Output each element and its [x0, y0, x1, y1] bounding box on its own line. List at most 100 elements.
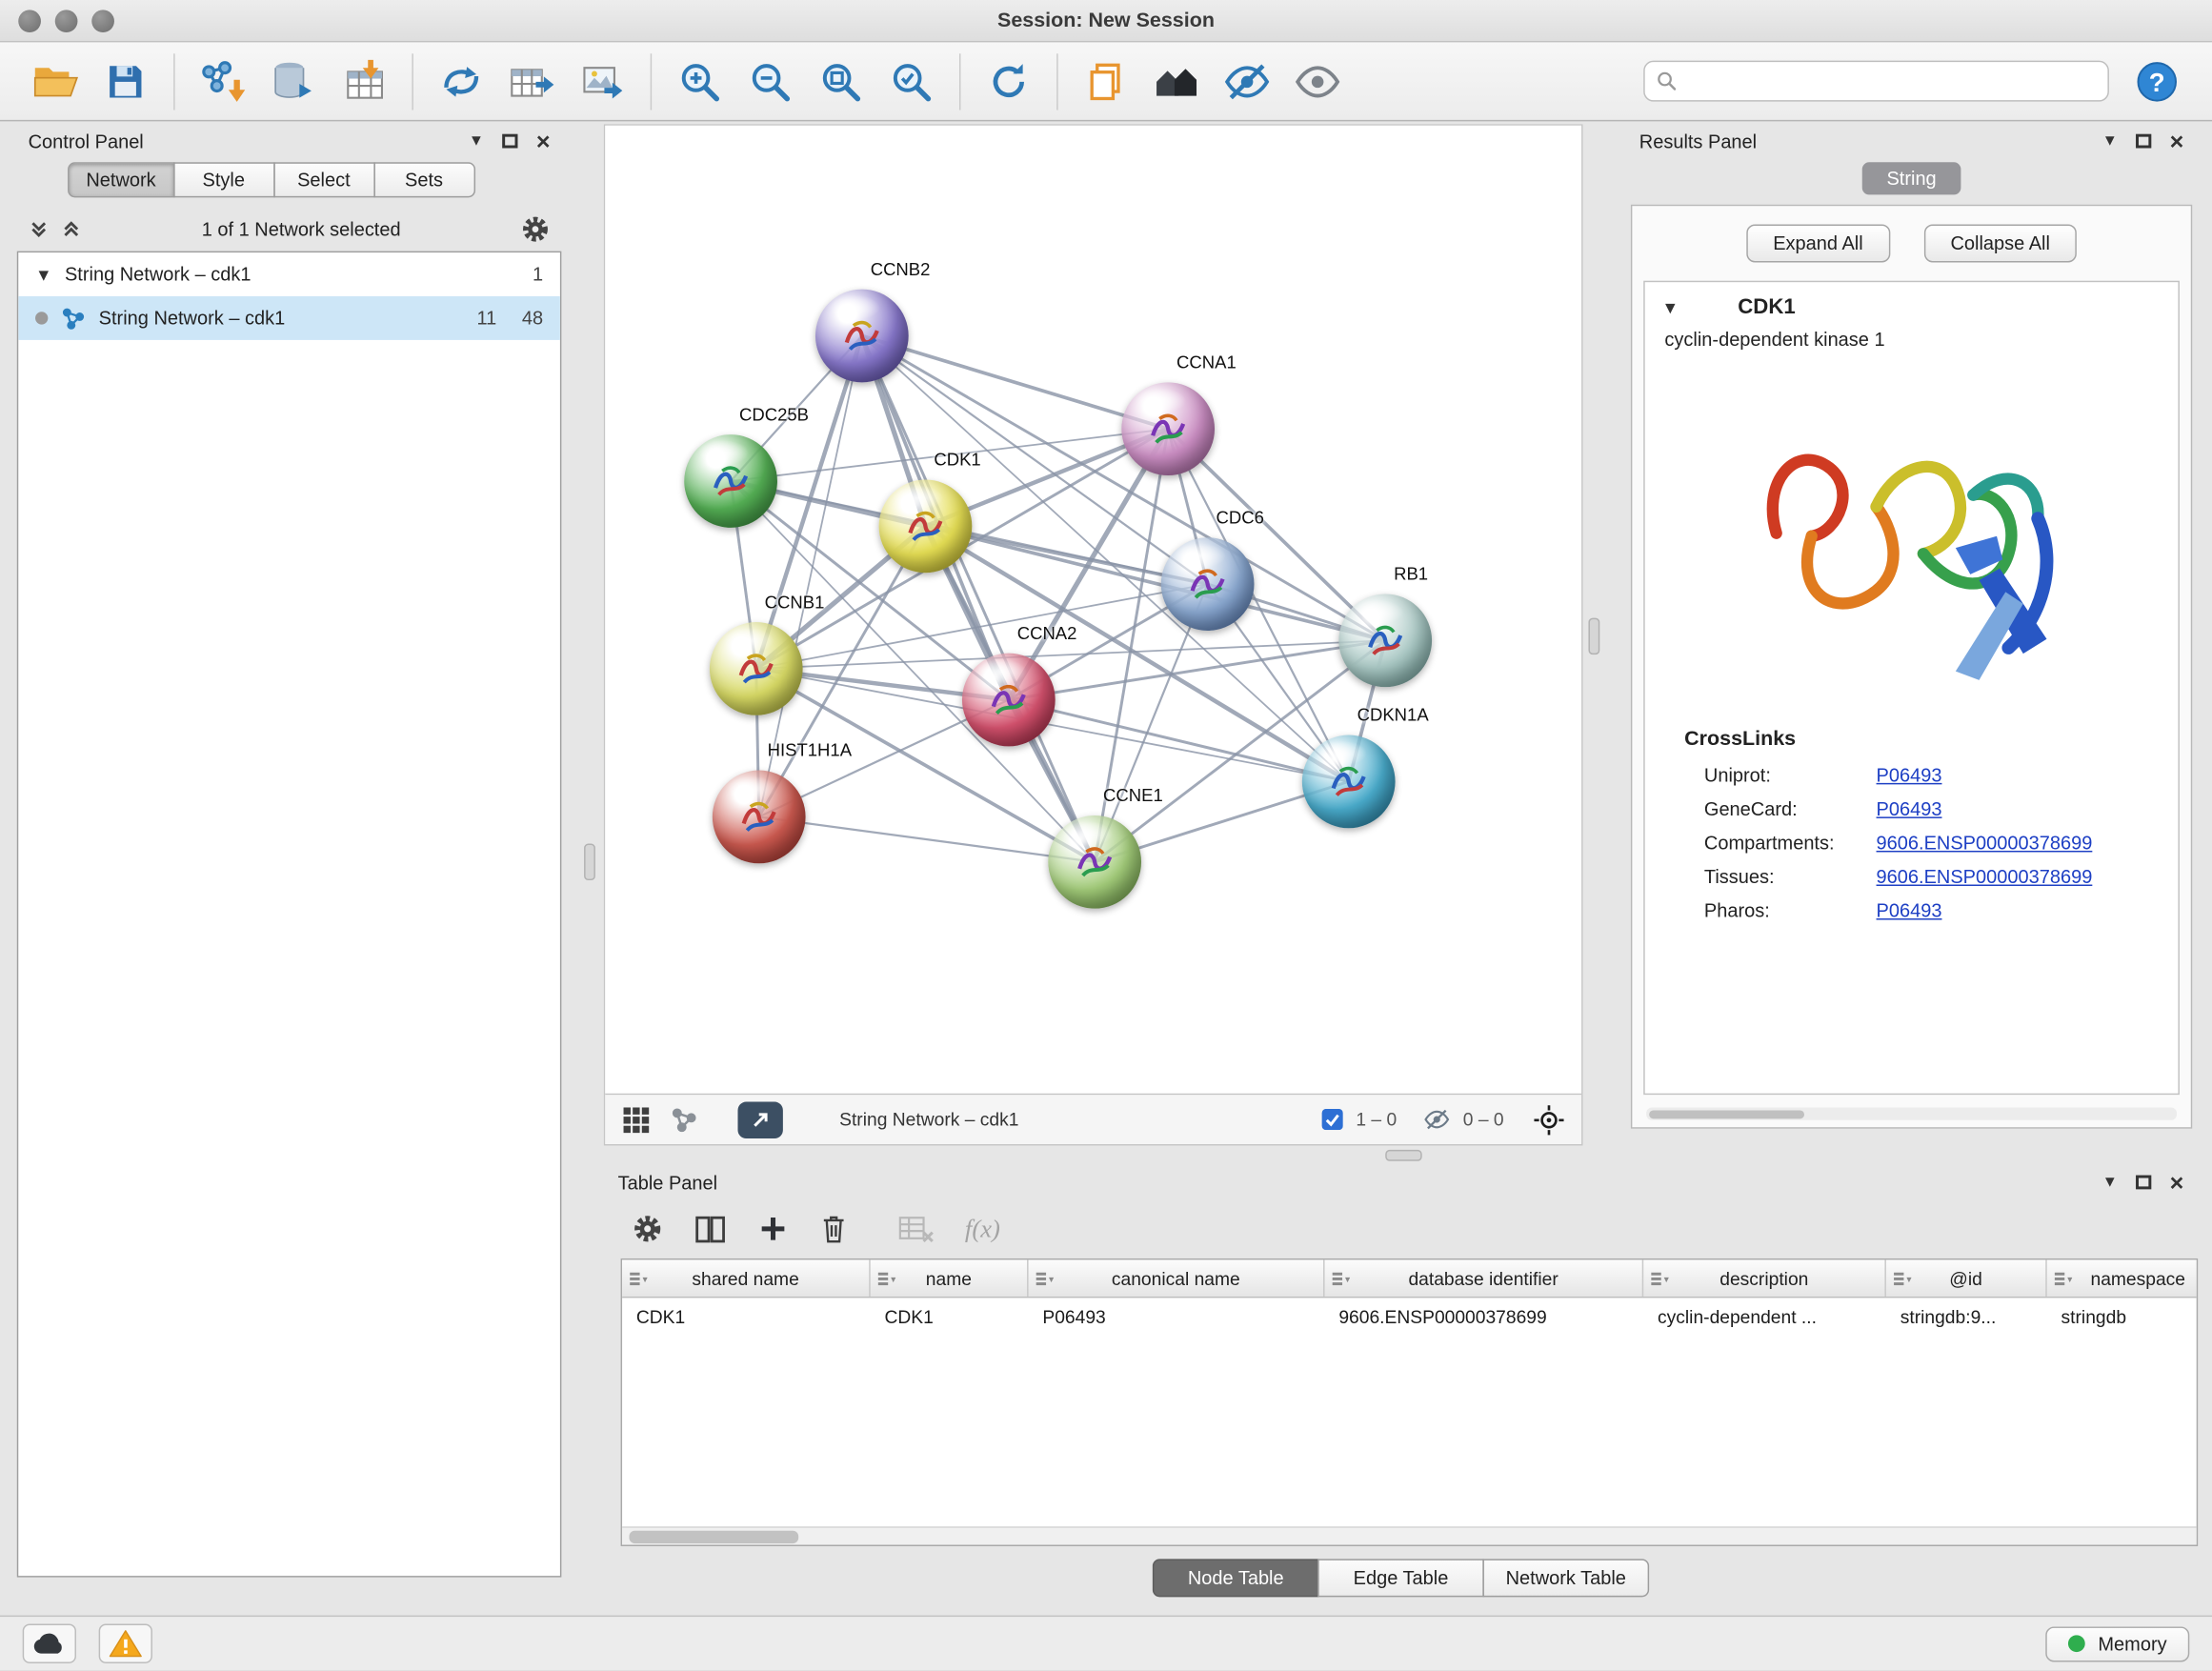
close-window-button[interactable] — [18, 10, 41, 32]
columns-icon[interactable] — [694, 1214, 727, 1243]
network-node-CDC25B[interactable] — [684, 434, 777, 528]
crosslink-value-link[interactable]: 9606.ENSP00000378699 — [1877, 832, 2093, 853]
column-header-description[interactable]: description — [1643, 1259, 1886, 1297]
svg-text:?: ? — [2149, 67, 2165, 96]
node-count: 11 — [476, 308, 496, 329]
import-table-from-file-button[interactable] — [332, 50, 394, 112]
network-node-CCNB1[interactable] — [710, 622, 803, 715]
column-header-namespace[interactable]: namespace — [2047, 1259, 2198, 1297]
tab-sets[interactable]: Sets — [373, 162, 475, 197]
import-network-from-file-button[interactable] — [191, 50, 253, 112]
network-node-CCNA1[interactable] — [1121, 382, 1215, 475]
panel-collapse-button[interactable]: ▼ — [2102, 133, 2118, 149]
panel-collapse-button[interactable]: ▼ — [2102, 1175, 2118, 1190]
minimize-window-button[interactable] — [55, 10, 78, 32]
hidden-eye-slash-icon[interactable] — [1423, 1106, 1450, 1133]
network-node-CDC6[interactable] — [1161, 537, 1255, 631]
network-collection-row[interactable]: ▼ String Network – cdk1 1 — [18, 252, 560, 296]
tab-string[interactable]: String — [1862, 162, 1961, 194]
column-header-@id[interactable]: @id — [1886, 1259, 2047, 1297]
collapse-all-icon[interactable] — [29, 218, 50, 239]
column-header-name[interactable]: name — [871, 1259, 1029, 1297]
network-row[interactable]: String Network – cdk1 11 48 — [18, 296, 560, 340]
panel-float-button[interactable] — [502, 134, 517, 149]
table-horizontal-scrollbar[interactable] — [622, 1526, 2197, 1544]
gear-icon[interactable] — [632, 1214, 663, 1245]
plus-icon[interactable] — [757, 1214, 789, 1245]
tab-network-table[interactable]: Network Table — [1482, 1559, 1649, 1597]
panel-collapse-button[interactable]: ▼ — [469, 133, 484, 149]
crosshair-icon[interactable] — [1534, 1104, 1565, 1136]
column-header-database-identifier[interactable]: database identifier — [1325, 1259, 1644, 1297]
table-cell: stringdb:9... — [1886, 1298, 2047, 1336]
refresh-layout-button[interactable] — [977, 50, 1039, 112]
share-nodes-icon[interactable] — [670, 1105, 698, 1134]
panel-float-button[interactable] — [2136, 134, 2151, 149]
tab-edge-table[interactable]: Edge Table — [1317, 1559, 1484, 1597]
crosslink-value-link[interactable]: P06493 — [1877, 899, 1942, 920]
tab-node-table[interactable]: Node Table — [1153, 1559, 1319, 1597]
houses-button[interactable] — [1145, 50, 1207, 112]
network-node-label: RB1 — [1394, 564, 1428, 584]
crosslink-value-link[interactable]: P06493 — [1877, 764, 1942, 785]
export-image-button[interactable] — [572, 50, 633, 112]
cloud-button[interactable] — [23, 1623, 76, 1662]
network-node-HIST1H1A[interactable] — [713, 771, 806, 864]
search-field[interactable] — [1643, 61, 2109, 102]
expand-all-button[interactable]: Expand All — [1746, 224, 1890, 262]
network-node-CDKN1A[interactable] — [1302, 735, 1396, 829]
network-node-label: CCNA1 — [1176, 352, 1237, 372]
graphics-details-button[interactable] — [1217, 50, 1278, 112]
horizontal-splitter-handle[interactable] — [1385, 1150, 1422, 1161]
network-node-CCNB2[interactable] — [815, 290, 909, 383]
results-horizontal-scrollbar[interactable] — [1646, 1107, 2177, 1119]
table-cell: CDK1 — [622, 1298, 871, 1336]
table-row[interactable]: CDK1CDK1P064939606.ENSP00000378699cyclin… — [622, 1298, 2197, 1336]
crosslink-label: Tissues: — [1704, 866, 1877, 887]
help-button[interactable]: ? — [2126, 50, 2188, 112]
grid-icon[interactable] — [622, 1105, 651, 1134]
tab-network[interactable]: Network — [68, 162, 174, 197]
network-node-CCNE1[interactable] — [1048, 815, 1141, 909]
crosslink-value-link[interactable]: 9606.ENSP00000378699 — [1877, 866, 2093, 887]
selected-checkbox-icon[interactable] — [1322, 1109, 1343, 1130]
gear-icon[interactable] — [520, 213, 550, 243]
tab-select[interactable]: Select — [273, 162, 375, 197]
network-node-RB1[interactable] — [1338, 594, 1432, 687]
zoom-out-button[interactable] — [739, 50, 801, 112]
zoom-in-button[interactable] — [669, 50, 731, 112]
zoom-selected-button[interactable] — [880, 50, 942, 112]
disclosure-triangle-icon[interactable]: ▼ — [1661, 297, 1679, 317]
trash-icon[interactable] — [819, 1214, 848, 1245]
save-session-button[interactable] — [94, 50, 156, 112]
crosslink-value-link[interactable]: P06493 — [1877, 797, 1942, 818]
network-canvas[interactable]: CCNB2CCNA1CDC25BCDK1CDC6RB1CCNB1CCNA2CDK… — [605, 126, 1581, 1094]
network-node-CDK1[interactable] — [879, 479, 973, 573]
panel-close-button[interactable]: × — [2170, 129, 2184, 152]
column-header-canonical-name[interactable]: canonical name — [1029, 1259, 1325, 1297]
panel-float-button[interactable] — [2136, 1176, 2151, 1190]
open-in-new-button[interactable] — [737, 1101, 782, 1138]
birds-eye-view-button[interactable] — [1287, 50, 1349, 112]
left-splitter-handle[interactable] — [584, 844, 595, 881]
panel-close-button[interactable]: × — [536, 129, 551, 152]
expand-all-icon[interactable] — [61, 218, 82, 239]
zoom-fit-button[interactable] — [810, 50, 872, 112]
column-header-shared-name[interactable]: shared name — [622, 1259, 871, 1297]
export-table-button[interactable] — [501, 50, 563, 112]
panel-close-button[interactable]: × — [2170, 1170, 2184, 1194]
search-input[interactable] — [1686, 70, 2097, 93]
import-network-from-database-button[interactable] — [262, 50, 324, 112]
magnifier-fit-icon — [818, 58, 863, 103]
copy-document-button[interactable] — [1075, 50, 1136, 112]
right-splitter-handle[interactable] — [1588, 618, 1599, 655]
tab-style[interactable]: Style — [172, 162, 274, 197]
new-network-button[interactable] — [431, 50, 493, 112]
zoom-window-button[interactable] — [91, 10, 114, 32]
warnings-button[interactable] — [99, 1623, 152, 1662]
network-node-CCNA2[interactable] — [962, 654, 1056, 747]
disclosure-triangle-icon[interactable]: ▼ — [35, 265, 52, 285]
collapse-all-button[interactable]: Collapse All — [1923, 224, 2077, 262]
open-session-button[interactable] — [24, 50, 86, 112]
memory-button[interactable]: Memory — [2046, 1626, 2190, 1661]
